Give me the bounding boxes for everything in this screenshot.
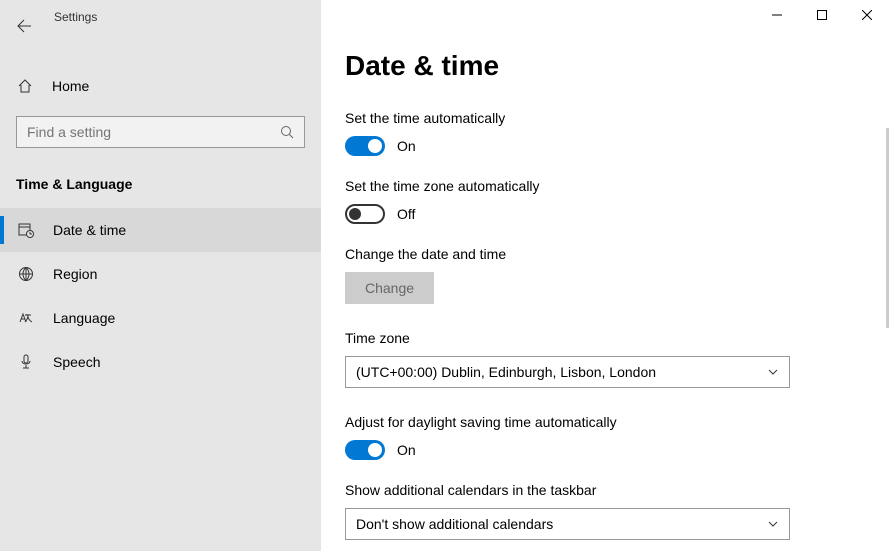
- additional-cal-label: Show additional calendars in the taskbar: [345, 482, 889, 498]
- timezone-label: Time zone: [345, 330, 889, 346]
- set-time-auto-state: On: [397, 138, 416, 154]
- sidebar-item-label: Region: [53, 266, 97, 282]
- sidebar-item-region[interactable]: Region: [0, 252, 321, 296]
- change-button[interactable]: Change: [345, 272, 434, 304]
- change-dt-label: Change the date and time: [345, 246, 889, 262]
- home-label: Home: [52, 78, 89, 94]
- timezone-value: (UTC+00:00) Dublin, Edinburgh, Lisbon, L…: [356, 364, 656, 380]
- arrow-left-icon: [16, 18, 32, 34]
- content-area: Date & time Set the time automatically O…: [321, 0, 889, 551]
- minimize-button[interactable]: [754, 0, 799, 30]
- sidebar-item-speech[interactable]: Speech: [0, 340, 321, 384]
- dst-toggle[interactable]: [345, 440, 385, 460]
- microphone-icon: [17, 354, 35, 370]
- set-tz-auto-toggle[interactable]: [345, 204, 385, 224]
- category-label: Time & Language: [16, 176, 321, 192]
- set-tz-auto-label: Set the time zone automatically: [345, 178, 889, 194]
- language-icon: [17, 310, 35, 326]
- sidebar-item-label: Speech: [53, 354, 100, 370]
- search-box[interactable]: [16, 116, 305, 148]
- page-title: Date & time: [345, 50, 889, 82]
- close-icon: [862, 10, 872, 20]
- sidebar: Settings Home Time & Language Date & tim…: [0, 0, 321, 551]
- set-time-auto-toggle[interactable]: [345, 136, 385, 156]
- window-controls: [754, 0, 889, 30]
- back-button[interactable]: [4, 8, 44, 44]
- calendar-clock-icon: [17, 222, 35, 238]
- app-title: Settings: [54, 10, 97, 24]
- additional-cal-value: Don't show additional calendars: [356, 516, 553, 532]
- sidebar-item-language[interactable]: Language: [0, 296, 321, 340]
- close-button[interactable]: [844, 0, 889, 30]
- chevron-down-icon: [767, 518, 779, 530]
- set-tz-auto-state: Off: [397, 206, 415, 222]
- search-input[interactable]: [27, 124, 280, 140]
- timezone-dropdown[interactable]: (UTC+00:00) Dublin, Edinburgh, Lisbon, L…: [345, 356, 790, 388]
- home-icon: [16, 78, 34, 94]
- additional-cal-dropdown[interactable]: Don't show additional calendars: [345, 508, 790, 540]
- globe-icon: [17, 266, 35, 282]
- minimize-icon: [772, 10, 782, 20]
- sidebar-item-date-time[interactable]: Date & time: [0, 208, 321, 252]
- sidebar-item-label: Date & time: [53, 222, 126, 238]
- dst-label: Adjust for daylight saving time automati…: [345, 414, 889, 430]
- chevron-down-icon: [767, 366, 779, 378]
- maximize-icon: [817, 10, 827, 20]
- dst-state: On: [397, 442, 416, 458]
- search-icon: [280, 125, 294, 139]
- set-time-auto-label: Set the time automatically: [345, 110, 889, 126]
- maximize-button[interactable]: [799, 0, 844, 30]
- sidebar-item-label: Language: [53, 310, 115, 326]
- home-nav[interactable]: Home: [0, 68, 321, 104]
